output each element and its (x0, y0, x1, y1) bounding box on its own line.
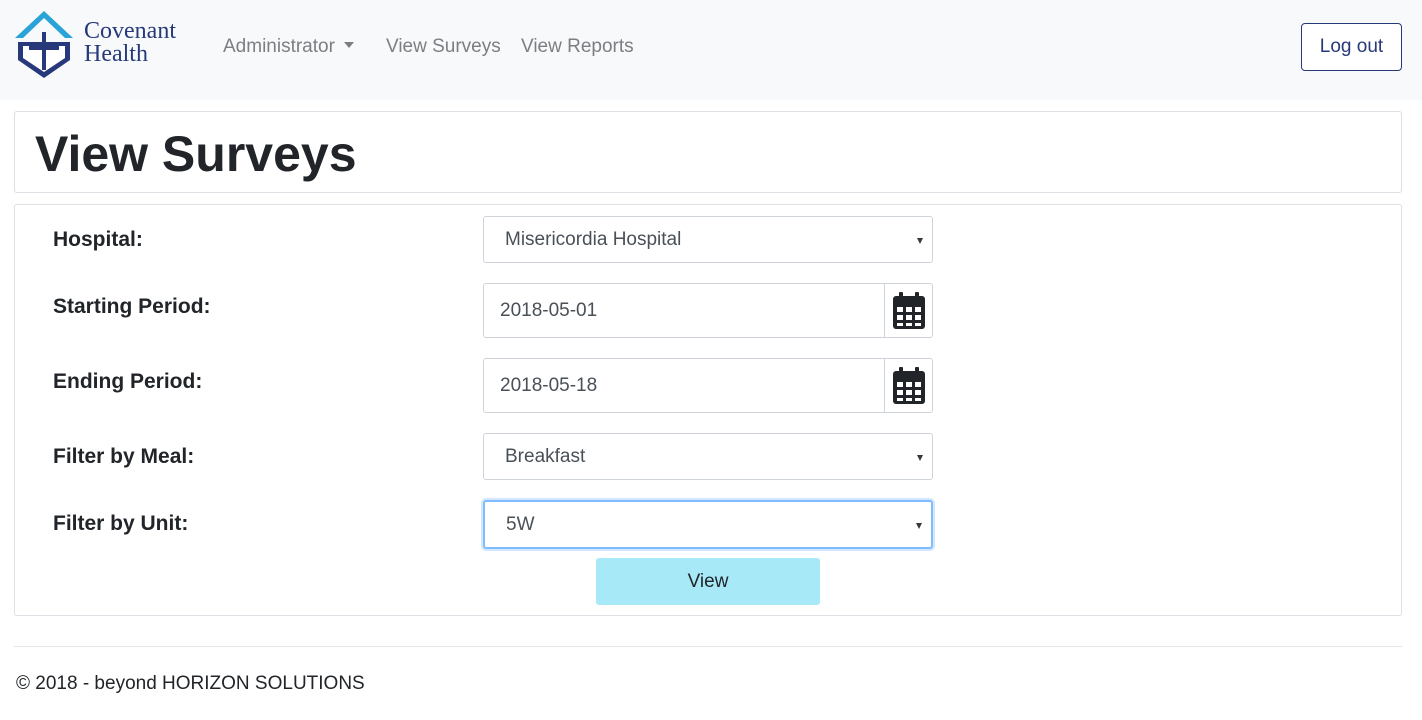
nav-administrator-dropdown[interactable]: Administrator (223, 36, 354, 58)
meal-filter-select[interactable]: Breakfast (483, 433, 933, 480)
hospital-label: Hospital: (53, 228, 143, 251)
ending-period-label: Ending Period: (53, 370, 203, 393)
footer-copyright: © 2018 - beyond HORIZON SOLUTIONS (16, 673, 365, 694)
ending-period-input[interactable]: 2018-05-18 (483, 358, 885, 413)
brand-line-1: Covenant (84, 18, 176, 44)
view-button[interactable]: View (596, 558, 820, 605)
unit-filter-label: Filter by Unit: (53, 512, 189, 535)
hospital-select[interactable]: Misericordia Hospital (483, 216, 933, 263)
dropdown-arrow-icon (917, 454, 923, 461)
footer-divider (14, 646, 1402, 647)
ending-period-calendar-button[interactable] (884, 358, 933, 413)
starting-period-label: Starting Period: (53, 295, 211, 318)
dropdown-arrow-icon (916, 522, 922, 529)
nav-view-surveys[interactable]: View Surveys (386, 36, 501, 58)
calendar-icon (892, 366, 925, 404)
meal-filter-label: Filter by Meal: (53, 445, 195, 468)
hospital-select-value: Misericordia Hospital (505, 228, 682, 250)
brand-line-2: Health (84, 41, 148, 67)
caret-down-icon (343, 42, 354, 49)
brand-name: Covenant Health (84, 18, 176, 67)
unit-filter-value: 5W (506, 513, 535, 535)
meal-filter-value: Breakfast (505, 445, 586, 467)
page-title: View Surveys (35, 126, 357, 182)
logout-button[interactable]: Log out (1301, 23, 1402, 71)
navbar: Covenant Health Administrator View Surve… (0, 0, 1422, 100)
starting-period-input[interactable]: 2018-05-01 (483, 283, 885, 338)
unit-filter-select[interactable]: 5W (483, 500, 933, 549)
covenant-cross-logo-icon (15, 11, 73, 78)
page-title-card: View Surveys (14, 111, 1402, 193)
brand-logo[interactable]: Covenant Health (12, 8, 192, 84)
starting-period-calendar-button[interactable] (884, 283, 933, 338)
dropdown-arrow-icon (917, 237, 923, 244)
nav-administrator-label: Administrator (223, 36, 335, 57)
calendar-icon (892, 291, 925, 329)
nav-view-reports[interactable]: View Reports (521, 36, 634, 58)
